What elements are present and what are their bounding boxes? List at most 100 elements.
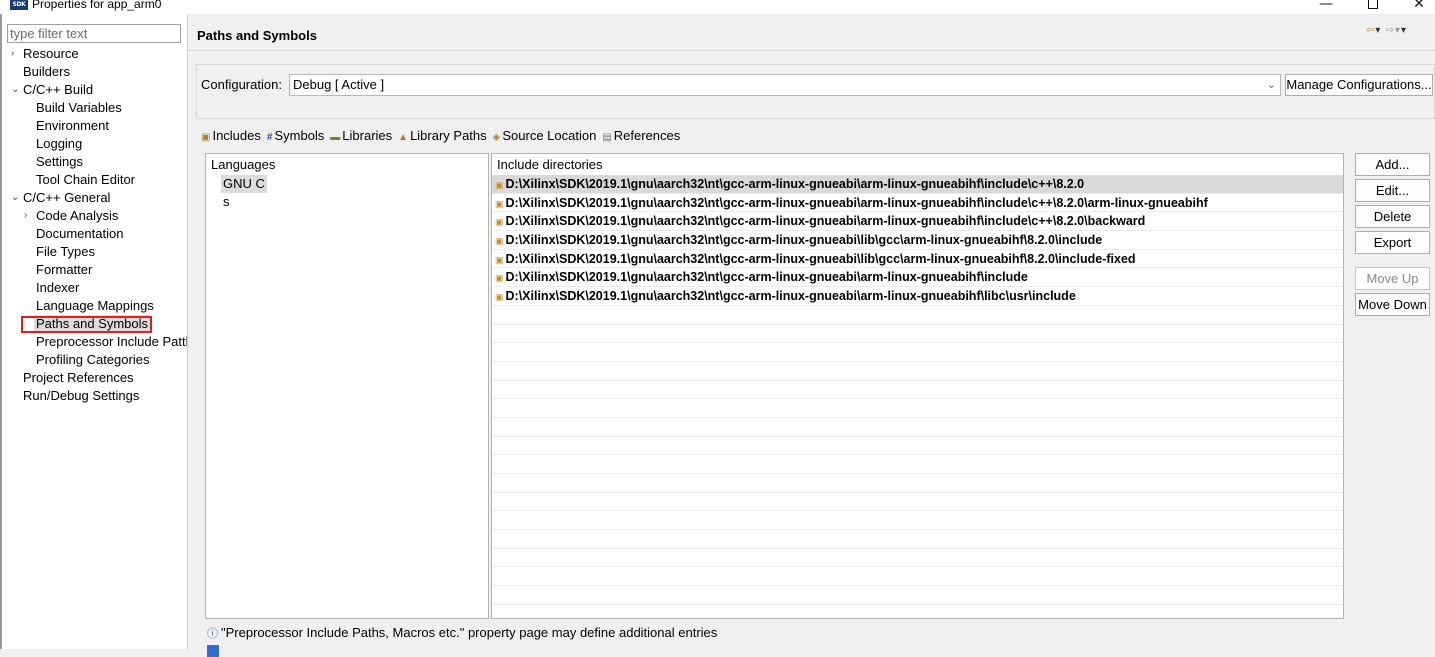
chevron-right-icon[interactable]: › (24, 207, 34, 225)
tree-item-resource[interactable]: › Resource (0, 45, 187, 63)
tree-item-tool-chain-editor[interactable]: Tool Chain Editor (0, 171, 187, 189)
tree-item-label: Build Variables (36, 100, 122, 115)
add-button[interactable]: Add... (1355, 153, 1430, 176)
tab-label: Libraries (342, 128, 393, 143)
tree-item-c-c-general[interactable]: ⌄ C/C++ General (0, 189, 187, 207)
table-row[interactable]: ▣ D:\Xilinx\SDK\2019.1\gnu\aarch32\nt\gcc… (492, 231, 1343, 250)
include-folder-icon: ▣ (495, 198, 504, 209)
tree-item-paths-and-symbols[interactable]: Paths and Symbols (0, 315, 187, 333)
chevron-down-icon[interactable]: ⌄ (11, 189, 21, 207)
empty-table-row (492, 586, 1343, 605)
maximize-icon (1368, 0, 1378, 9)
tree-item-label: Preprocessor Include Pattl (36, 334, 187, 349)
move-up-button[interactable]: Move Up (1355, 267, 1430, 290)
tree-item-formatter[interactable]: Formatter (0, 261, 187, 279)
maximize-button[interactable] (1350, 0, 1396, 14)
tree-item-label: Code Analysis (36, 208, 119, 223)
page-navigation[interactable]: ⇦▾ ⇨▾▾ (1366, 25, 1407, 36)
tree-item-label: Indexer (36, 280, 80, 295)
empty-table-row (492, 306, 1343, 325)
language-item-s[interactable]: s (221, 193, 232, 211)
filter-input[interactable] (7, 24, 181, 43)
table-row[interactable]: ▣ D:\Xilinx\SDK\2019.1\gnu\aarch32\nt\gcc… (492, 175, 1343, 194)
edit-button[interactable]: Edit... (1355, 179, 1430, 202)
table-row[interactable]: ▣ D:\Xilinx\SDK\2019.1\gnu\aarch32\nt\gcc… (492, 194, 1343, 213)
tab-includes[interactable]: ▣ Includes (201, 127, 261, 147)
tree-item-indexer[interactable]: Indexer (0, 279, 187, 297)
empty-table-row (492, 530, 1343, 549)
tree-item-label: Paths and Symbols (34, 315, 151, 333)
close-button[interactable]: ✕ (1396, 0, 1435, 14)
tab-library-paths[interactable]: ▲ Library Paths (398, 127, 487, 147)
properties-tree: › Resource Builders ⌄ C/C++ Build Build Varia… (0, 45, 187, 405)
tree-item-file-types[interactable]: File Types (0, 243, 187, 261)
tab-libraries[interactable]: ▬ Libraries (330, 127, 392, 147)
empty-table-row (492, 325, 1343, 344)
empty-table-row (492, 399, 1343, 418)
page-title: Paths and Symbols (197, 28, 317, 43)
empty-table-row (492, 343, 1343, 362)
info-icon: ⓘ (207, 628, 218, 640)
info-message: ⓘ "Preprocessor Include Paths, Macros etc… (207, 625, 717, 641)
back-arrow-icon[interactable]: ⇦ (1366, 25, 1375, 36)
tree-item-label: Tool Chain Editor (36, 172, 135, 187)
tab-label: Library Paths (410, 128, 487, 143)
move-down-button[interactable]: Move Down (1355, 293, 1430, 316)
include-folder-icon: ▣ (495, 180, 504, 190)
include-directories-table: Include directories ▣ D:\Xilinx\SDK\2019.… (491, 153, 1344, 619)
tree-item-environment[interactable]: Environment (0, 117, 187, 135)
back-menu-chevron-icon[interactable]: ▾ (1375, 25, 1381, 36)
tree-item-documentation[interactable]: Documentation (0, 225, 187, 243)
tree-item-profiling-categories[interactable]: Profiling Categories (0, 351, 187, 369)
empty-table-row (492, 605, 1343, 618)
export-button[interactable]: Export (1355, 231, 1430, 254)
tab-references[interactable]: ▤ References (602, 127, 680, 147)
view-menu-icon[interactable]: ▾ (1401, 25, 1407, 36)
empty-table-row (492, 362, 1343, 381)
table-row[interactable]: ▣ D:\Xilinx\SDK\2019.1\gnu\aarch32\nt\gcc… (492, 287, 1343, 306)
checkbox[interactable] (207, 645, 219, 657)
chevron-down-icon[interactable]: ⌄ (11, 81, 21, 99)
include-path-text: D:\Xilinx\SDK\2019.1\gnu\aarch32\nt\gcc-… (505, 270, 1028, 285)
delete-button[interactable]: Delete (1355, 205, 1430, 228)
tree-item-c-c-build[interactable]: ⌄ C/C++ Build (0, 81, 187, 99)
language-item-gnu-c[interactable]: GNU C (221, 175, 267, 193)
include-folder-icon: ▣ (495, 273, 504, 284)
empty-table-row (492, 511, 1343, 531)
empty-table-row (492, 437, 1343, 456)
tree-item-project-references[interactable]: Project References (0, 369, 187, 387)
sdk-app-icon: SDK (10, 0, 28, 10)
include-path-text: D:\Xilinx\SDK\2019.1\gnu\aarch32\nt\gcc-… (505, 289, 1076, 304)
tree-item-label: Documentation (36, 226, 124, 241)
table-row[interactable]: ▣ D:\Xilinx\SDK\2019.1\gnu\aarch32\nt\gcc… (492, 250, 1343, 269)
tree-item-build-variables[interactable]: Build Variables (0, 99, 187, 117)
empty-table-row (492, 549, 1343, 568)
tab-source-location[interactable]: ◈ Source Location (493, 127, 597, 147)
tab-bar: ▣ Includes # Symbols ▬ Libraries ▲ Library Path… (201, 127, 686, 145)
tree-item-preprocessor-include-pattl[interactable]: Preprocessor Include Pattl (0, 333, 187, 351)
minimize-button[interactable]: — (1303, 0, 1349, 14)
table-row[interactable]: ▣ D:\Xilinx\SDK\2019.1\gnu\aarch32\nt\gcc… (492, 212, 1343, 232)
tab-label: Source Location (502, 128, 597, 143)
tree-item-code-analysis[interactable]: › Code Analysis (0, 207, 187, 225)
tree-item-builders[interactable]: Builders (0, 63, 187, 81)
tree-item-language-mappings[interactable]: Language Mappings (0, 297, 187, 315)
include-folder-icon: ▣ (201, 132, 211, 143)
empty-table-row (492, 455, 1343, 474)
tree-item-label: Settings (36, 154, 83, 169)
include-folder-icon: ▣ (495, 236, 504, 247)
navigation-pane: ›ResourceBuilders⌄C/C++ BuildBuild Varia… (0, 14, 188, 649)
tree-item-run-debug-settings[interactable]: Run/Debug Settings (0, 387, 187, 405)
tab-symbols[interactable]: # Symbols (267, 127, 324, 147)
table-row[interactable]: ▣ D:\Xilinx\SDK\2019.1\gnu\aarch32\nt\gcc… (492, 268, 1343, 288)
tab-label: References (613, 128, 681, 143)
manage-configurations-button[interactable]: Manage Configurations... (1285, 74, 1433, 96)
chevron-right-icon[interactable]: › (11, 45, 21, 63)
tree-item-label: Logging (36, 136, 83, 151)
languages-header: Languages (211, 157, 276, 172)
configuration-select[interactable]: Debug [ Active ] ⌄ (289, 74, 1281, 96)
tree-item-label: Profiling Categories (36, 352, 150, 367)
forward-arrow-icon[interactable]: ⇨ (1386, 25, 1395, 36)
tree-item-logging[interactable]: Logging (0, 135, 187, 153)
tree-item-settings[interactable]: Settings (0, 153, 187, 171)
